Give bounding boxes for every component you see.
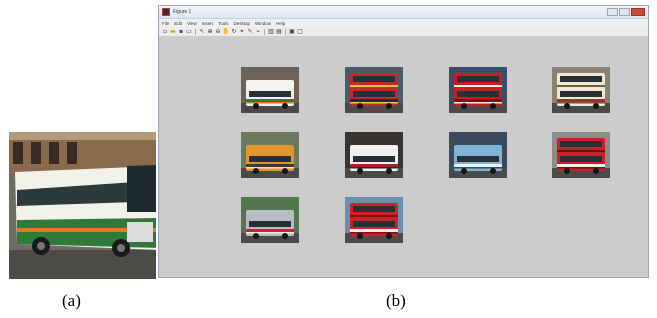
close-icon[interactable] — [631, 8, 645, 16]
result-thumbnail[interactable] — [241, 132, 299, 178]
result-thumbnail[interactable] — [449, 67, 507, 113]
data-cursor-icon[interactable]: ⌖ — [239, 28, 245, 35]
result-thumbnail[interactable] — [345, 132, 403, 178]
minimize-icon[interactable] — [607, 8, 618, 16]
pan-icon[interactable]: ✋ — [222, 28, 229, 35]
bus-photo-icon — [449, 132, 507, 178]
legend-icon[interactable]: ▤ — [276, 28, 282, 35]
bus-photo-icon — [9, 132, 156, 279]
caption-b: (b) — [386, 291, 406, 310]
zoom-out-icon[interactable]: ⊖ — [215, 28, 221, 35]
menu-item-help[interactable]: Help — [276, 21, 285, 26]
rotate-icon[interactable]: ↻ — [231, 28, 237, 35]
window-titlebar: Figure 1 — [159, 6, 648, 19]
zoom-in-icon[interactable]: ⊕ — [207, 28, 213, 35]
bus-photo-icon — [449, 67, 507, 113]
toolbar-separator — [285, 28, 286, 35]
menu-bar: File Edit View Insert Tools Desktop Wind… — [159, 19, 648, 27]
new-file-icon[interactable]: ▫ — [162, 28, 168, 35]
menu-item-desktop[interactable]: Desktop — [234, 21, 251, 26]
colorbar-icon[interactable]: ▥ — [268, 28, 274, 35]
bus-photo-icon — [241, 197, 299, 243]
toolbar-separator — [264, 28, 265, 35]
matlab-figure-icon — [162, 8, 170, 16]
window-title: Figure 1 — [173, 9, 192, 15]
maximize-icon[interactable] — [619, 8, 630, 16]
bus-photo-icon — [241, 67, 299, 113]
result-thumbnail[interactable] — [552, 132, 610, 178]
bus-photo-icon — [345, 67, 403, 113]
print-icon[interactable]: ▭ — [186, 28, 192, 35]
result-thumbnail[interactable] — [241, 67, 299, 113]
pointer-icon[interactable]: ↖ — [199, 28, 205, 35]
menu-item-window[interactable]: Window — [255, 21, 271, 26]
menu-item-file[interactable]: File — [162, 21, 169, 26]
toolbar-separator — [195, 28, 196, 35]
open-folder-icon[interactable]: ▬ — [170, 28, 176, 35]
query-bus-image — [9, 132, 156, 279]
caption-a: (a) — [62, 291, 81, 310]
menu-item-insert[interactable]: Insert — [202, 21, 213, 26]
link-icon[interactable]: ⌁ — [255, 28, 261, 35]
menu-item-view[interactable]: View — [187, 21, 197, 26]
figure-window: Figure 1 File Edit View Insert Tools Des… — [158, 5, 649, 278]
brush-icon[interactable]: ✎ — [247, 28, 253, 35]
bus-photo-icon — [241, 132, 299, 178]
menu-item-edit[interactable]: Edit — [174, 21, 182, 26]
menu-item-tools[interactable]: Tools — [218, 21, 229, 26]
bus-photo-icon — [552, 132, 610, 178]
result-thumbnail[interactable] — [552, 67, 610, 113]
result-thumbnail[interactable] — [345, 67, 403, 113]
figure-canvas — [159, 36, 648, 277]
bus-photo-icon — [345, 197, 403, 243]
result-thumbnail[interactable] — [345, 197, 403, 243]
bus-photo-icon — [552, 67, 610, 113]
result-thumbnail[interactable] — [241, 197, 299, 243]
hide-plot-tools-icon[interactable]: ▣ — [289, 28, 295, 35]
window-controls — [607, 8, 645, 16]
result-thumbnail[interactable] — [449, 132, 507, 178]
bus-photo-icon — [345, 132, 403, 178]
show-plot-tools-icon[interactable]: □ — [297, 28, 303, 35]
save-icon[interactable]: ▪ — [178, 28, 184, 35]
